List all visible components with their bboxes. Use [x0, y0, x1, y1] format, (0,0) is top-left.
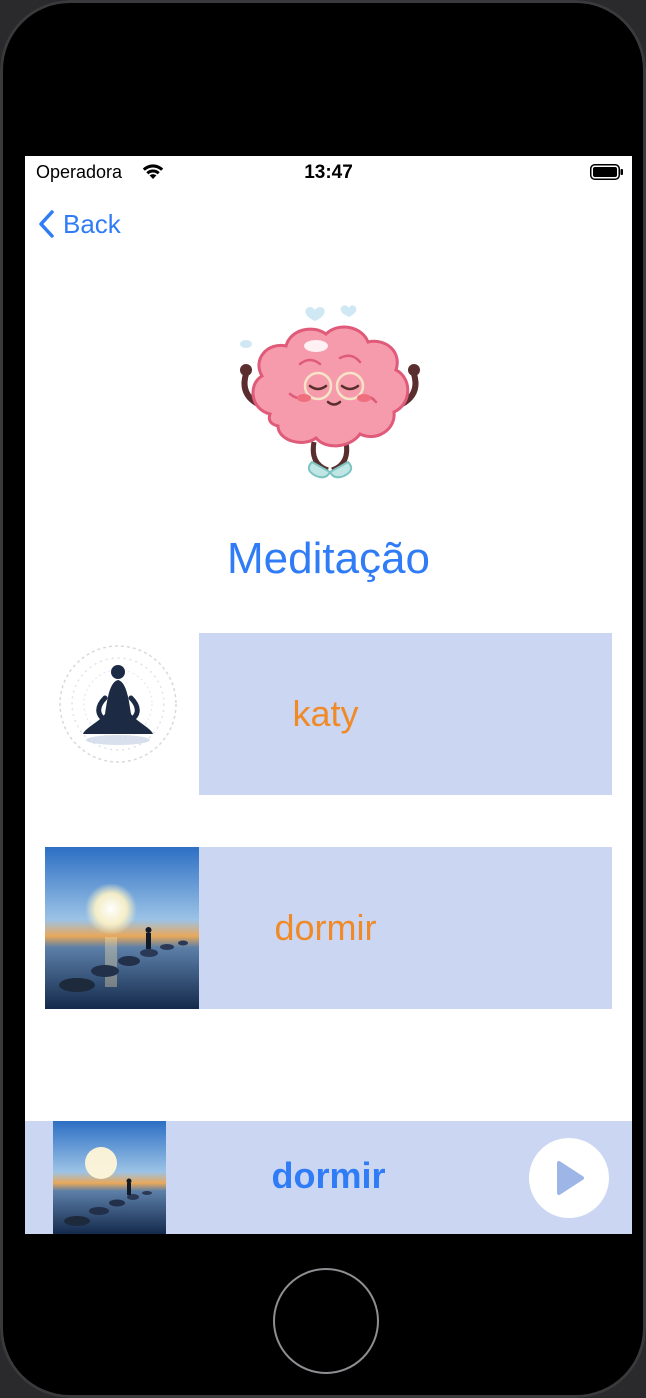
home-button[interactable] — [273, 1268, 379, 1374]
page-title: Meditação — [226, 534, 430, 583]
play-button[interactable] — [529, 1138, 609, 1218]
meditation-item-label: katy — [292, 693, 359, 734]
clock: 13:47 — [304, 162, 353, 183]
device-frame: Operadora 13:47 Back Meditação katy dorm… — [0, 0, 646, 1398]
status-bar: Operadora 13:47 — [25, 156, 632, 190]
back-button[interactable]: Back — [37, 204, 121, 244]
chevron-left-icon — [39, 210, 54, 238]
meditation-item-katy[interactable]: katy — [199, 633, 612, 795]
play-icon — [557, 1161, 584, 1195]
battery-icon — [590, 164, 623, 180]
meditation-item-label: dormir — [274, 907, 377, 948]
meditation-thumbnail-dormir[interactable] — [45, 847, 199, 1009]
meditating-brain-illustration — [230, 294, 430, 494]
back-label: Back — [63, 208, 121, 239]
meditation-item-dormir[interactable]: dormir — [199, 847, 612, 1009]
now-playing-bar[interactable]: dormir — [25, 1121, 632, 1234]
meditation-thumbnail-katy[interactable] — [53, 642, 183, 772]
app-screen: Operadora 13:47 Back Meditação katy dorm… — [25, 156, 632, 1234]
